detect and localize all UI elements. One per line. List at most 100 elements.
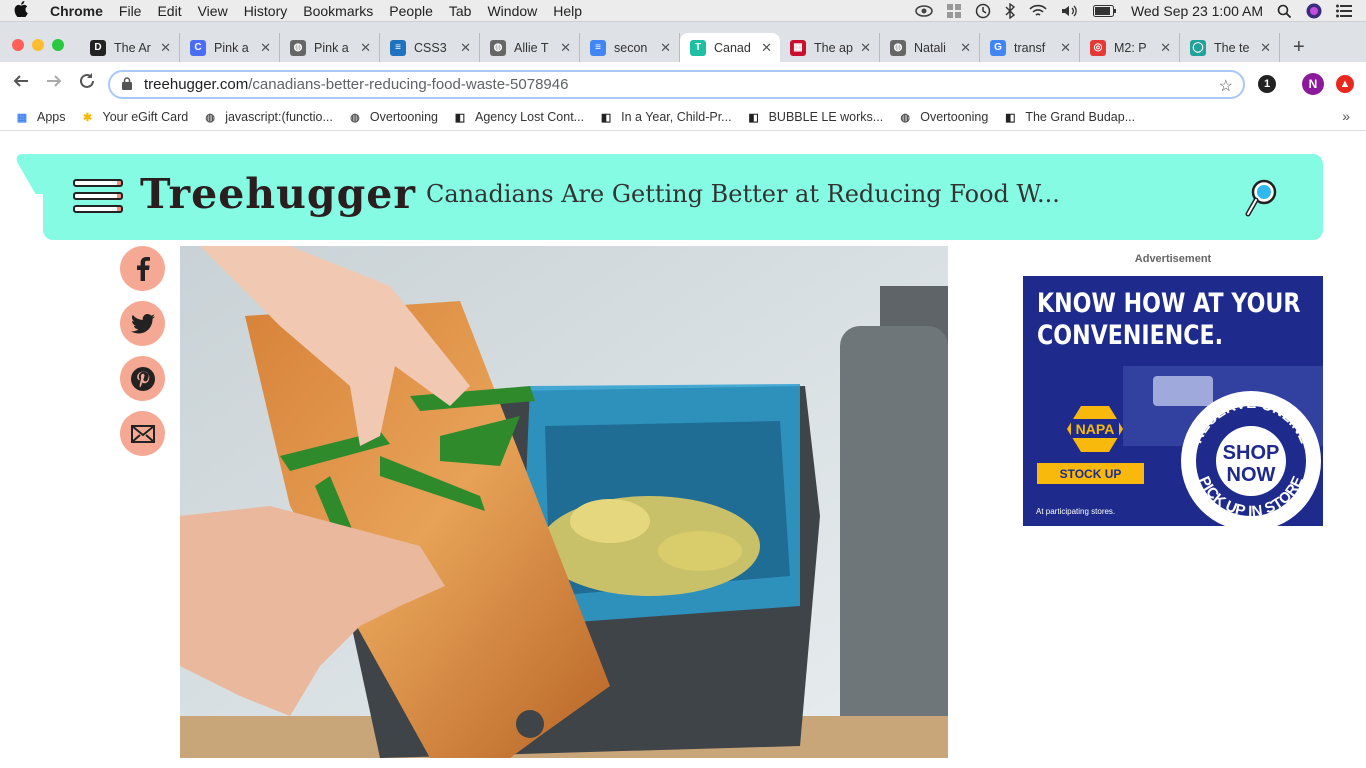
bookmark-label: Overtooning	[369, 110, 438, 124]
tab-title: Pink a	[214, 40, 249, 55]
napa-logo: NAPA	[1067, 406, 1123, 457]
tab-close-icon[interactable]: ✕	[860, 40, 871, 56]
wifi-icon[interactable]	[1029, 4, 1047, 18]
bookmark-item[interactable]: ◍ Overtooning	[347, 109, 438, 125]
bookmark-item[interactable]: ✱ Your eGift Card	[80, 109, 188, 125]
spotlight-search-icon[interactable]	[1277, 4, 1292, 19]
tab-close-icon[interactable]: ✕	[1260, 40, 1271, 56]
tab-close-icon[interactable]: ✕	[1160, 40, 1171, 56]
extension-red-icon[interactable]: ▲	[1336, 75, 1354, 93]
bookmark-item[interactable]: ◧ The Grand Budap...	[1002, 109, 1135, 125]
browser-tab[interactable]: C Pink a ✕	[180, 33, 280, 62]
extension-badge-icon[interactable]: 1	[1258, 75, 1276, 93]
tab-close-icon[interactable]: ✕	[761, 40, 772, 56]
browser-tab[interactable]: ≡ secon ✕	[580, 33, 680, 62]
tab-favicon-icon: C	[190, 39, 206, 56]
browser-tab[interactable]: ◍ Allie T ✕	[480, 33, 580, 62]
article-hero-image	[180, 246, 948, 758]
clock[interactable]: Wed Sep 23 1:00 AM	[1131, 3, 1263, 19]
minimize-window-button[interactable]	[32, 39, 44, 51]
browser-tab[interactable]: Gtransf ✕	[980, 33, 1080, 62]
reload-button[interactable]	[78, 72, 96, 95]
bookmark-item[interactable]: ◧ BUBBLE LE works...	[746, 109, 883, 125]
menu-view[interactable]: View	[198, 3, 228, 19]
bluetooth-icon[interactable]	[1005, 3, 1015, 19]
notification-center-icon[interactable]	[1336, 4, 1352, 18]
bookmark-item[interactable]: ◧ In a Year, Child-Pr...	[598, 109, 732, 125]
tab-title: M2: P	[1114, 40, 1147, 55]
search-icon[interactable]	[1244, 178, 1280, 218]
grid-menu-icon[interactable]	[946, 4, 961, 18]
menu-history[interactable]: History	[244, 3, 288, 19]
volume-icon[interactable]	[1061, 4, 1079, 18]
site-logo[interactable]: Treehugger	[140, 170, 416, 218]
bookmark-item[interactable]: ◧ Agency Lost Cont...	[452, 109, 584, 125]
tab-favicon-icon: ◍	[490, 39, 506, 56]
macos-menu-bar: Chrome File Edit View History Bookmarks …	[0, 0, 1366, 22]
bookmark-item[interactable]: ◍ javascript:(functio...	[202, 109, 333, 125]
menu-window[interactable]: Window	[487, 3, 537, 19]
twitter-share-button[interactable]	[120, 301, 165, 346]
bookmarks-bar: ▦ Apps ✱ Your eGift Card ◍ javascript:(functi…	[0, 104, 1366, 131]
time-machine-icon[interactable]	[975, 3, 991, 19]
facebook-share-button[interactable]	[120, 246, 165, 291]
tab-close-icon[interactable]: ✕	[260, 40, 271, 56]
battery-icon[interactable]	[1092, 5, 1117, 17]
apple-icon[interactable]	[14, 0, 36, 21]
browser-tab[interactable]: T Canad ✕	[680, 33, 780, 62]
browser-tab[interactable]: ◍ Natali ✕	[880, 33, 980, 62]
forward-button[interactable]	[45, 72, 63, 95]
menu-people[interactable]: People	[389, 3, 433, 19]
browser-tab[interactable]: ▦ The ap ✕	[780, 33, 880, 62]
menu-file[interactable]: File	[119, 3, 142, 19]
zoom-window-button[interactable]	[52, 39, 64, 51]
tab-close-icon[interactable]: ✕	[1060, 40, 1071, 56]
stock-up-button[interactable]: STOCK UP	[1037, 463, 1144, 484]
reserve-online-badge: RESERVE ONLINE PICK UP IN STORE SHOP NOW	[1189, 395, 1314, 520]
close-window-button[interactable]	[12, 39, 24, 51]
back-button[interactable]	[12, 72, 30, 95]
tab-close-icon[interactable]: ✕	[960, 40, 971, 56]
pinterest-icon	[130, 366, 155, 391]
tab-title: Natali	[914, 40, 946, 55]
tab-close-icon[interactable]: ✕	[460, 40, 471, 56]
tab-close-icon[interactable]: ✕	[360, 40, 371, 56]
menu-app-name[interactable]: Chrome	[50, 3, 103, 19]
bookmarks-overflow-icon[interactable]: »	[1342, 108, 1350, 124]
siri-icon[interactable]	[1306, 3, 1322, 19]
tab-title: secon	[614, 40, 648, 55]
tab-favicon-icon: D	[90, 39, 106, 56]
address-bar[interactable]: treehugger.com/canadians-better-reducing…	[108, 70, 1245, 99]
email-share-button[interactable]	[120, 411, 165, 456]
pinterest-share-button[interactable]	[120, 356, 165, 401]
browser-tab[interactable]: ◎ M2: P ✕	[1080, 33, 1180, 62]
menu-help[interactable]: Help	[553, 3, 582, 19]
napa-advertisement[interactable]: KNOW HOW AT YOUR CONVENIENCE. NAPA STOCK …	[1023, 276, 1323, 526]
url-path: /canadians-better-reducing-food-waste-50…	[248, 76, 569, 93]
tabs-list: D The Ar ✕ C Pink a ✕ ◍ Pink a ✕ ≡ CSS3 ✕ ◍ Allie T ✕ ≡…	[80, 33, 1280, 62]
menu-tab[interactable]: Tab	[449, 3, 472, 19]
lock-icon[interactable]	[122, 76, 132, 93]
browser-tab[interactable]: ≡ CSS3 ✕	[380, 33, 480, 62]
tab-close-icon[interactable]: ✕	[560, 40, 571, 56]
new-tab-button[interactable]: +	[1293, 36, 1305, 59]
tab-close-icon[interactable]: ✕	[660, 40, 671, 56]
bookmark-icon: ◧	[454, 111, 466, 124]
creative-cloud-icon[interactable]	[915, 4, 933, 18]
hamburger-menu-icon[interactable]	[73, 179, 123, 215]
bookmark-item[interactable]: ▦ Apps	[14, 109, 66, 125]
browser-tab[interactable]: ◯ The te ✕	[1180, 33, 1280, 62]
browser-tab[interactable]: ◍ Pink a ✕	[280, 33, 380, 62]
menu-bookmarks[interactable]: Bookmarks	[303, 3, 373, 19]
tab-favicon-icon: T	[690, 39, 706, 56]
ad-footnote: At participating stores.	[1036, 507, 1116, 516]
tab-close-icon[interactable]: ✕	[160, 40, 171, 56]
browser-tab[interactable]: D The Ar ✕	[80, 33, 180, 62]
globe-icon: ◍	[350, 111, 360, 124]
bookmark-item[interactable]: ◍ Overtooning	[897, 109, 988, 125]
walmart-icon: ✱	[82, 111, 93, 124]
bookmark-star-icon[interactable]: ☆	[1219, 76, 1233, 96]
menu-edit[interactable]: Edit	[157, 3, 181, 19]
profile-avatar[interactable]: N	[1302, 73, 1324, 95]
url-text[interactable]: treehugger.com/canadians-better-reducing…	[144, 76, 568, 93]
